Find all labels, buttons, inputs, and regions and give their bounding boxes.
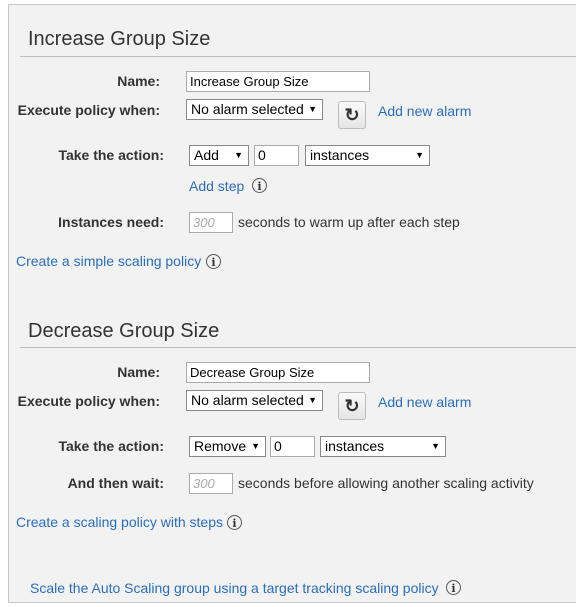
chevron-down-icon: ▼ [308,395,317,405]
info-icon[interactable]: i [252,178,267,193]
chevron-down-icon: ▼ [234,150,243,160]
decrease-alarm-select[interactable]: No alarm selected ▼ [186,390,323,411]
increase-action-value-input[interactable]: 0 [254,145,299,166]
decrease-name-input[interactable]: Decrease Group Size [186,362,370,383]
increase-name-label: Name: [117,73,160,89]
refresh-alarms-icon[interactable]: ↻ [338,392,366,420]
increase-divider [20,56,576,57]
increase-execute-label: Execute policy when: [17,102,160,118]
chevron-down-icon: ▼ [431,441,440,451]
decrease-action-value-input[interactable]: 0 [270,436,315,457]
decrease-alarm-select-value: No alarm selected [191,392,304,408]
decrease-action-select[interactable]: Remove ▼ [189,436,266,457]
cooldown-description: seconds before allowing another scaling … [238,475,534,491]
cooldown-seconds-input[interactable]: 300 [189,473,233,494]
increase-unit-select[interactable]: instances ▼ [305,145,430,166]
create-simple-policy-link[interactable]: Create a simple scaling policy [16,253,201,269]
warmup-description: seconds to warm up after each step [238,214,460,230]
decrease-section-title: Decrease Group Size [28,320,220,342]
warmup-seconds-input[interactable]: 300 [189,212,233,233]
info-icon[interactable]: i [227,515,242,530]
target-tracking-policy-link[interactable]: Scale the Auto Scaling group using a tar… [30,580,439,596]
chevron-down-icon: ▼ [251,441,260,451]
info-icon[interactable]: i [206,254,221,269]
decrease-action-label: Take the action: [58,438,164,454]
increase-alarm-select[interactable]: No alarm selected ▼ [186,99,323,120]
increase-unit-select-value: instances [310,147,370,163]
refresh-alarms-icon[interactable]: ↻ [338,101,366,129]
decrease-divider [20,347,576,348]
increase-action-select[interactable]: Add ▼ [189,145,249,166]
increase-add-alarm-link[interactable]: Add new alarm [378,103,471,119]
create-step-policy-link[interactable]: Create a scaling policy with steps [16,514,223,530]
add-step-link[interactable]: Add step [189,178,244,194]
chevron-down-icon: ▼ [415,150,424,160]
increase-name-input[interactable]: Increase Group Size [186,71,370,92]
instances-need-label: Instances need: [58,214,164,230]
decrease-unit-select[interactable]: instances ▼ [320,436,446,457]
decrease-add-alarm-link[interactable]: Add new alarm [378,394,471,410]
and-then-wait-label: And then wait: [67,475,164,491]
chevron-down-icon: ▼ [308,104,317,114]
increase-action-label: Take the action: [58,147,164,163]
decrease-action-select-value: Remove [194,438,247,454]
info-icon[interactable]: i [446,580,461,595]
decrease-name-label: Name: [117,364,160,380]
decrease-execute-label: Execute policy when: [17,393,160,409]
decrease-unit-select-value: instances [325,438,385,454]
increase-action-select-value: Add [194,147,219,163]
increase-section-title: Increase Group Size [28,28,211,50]
increase-alarm-select-value: No alarm selected [191,101,304,117]
